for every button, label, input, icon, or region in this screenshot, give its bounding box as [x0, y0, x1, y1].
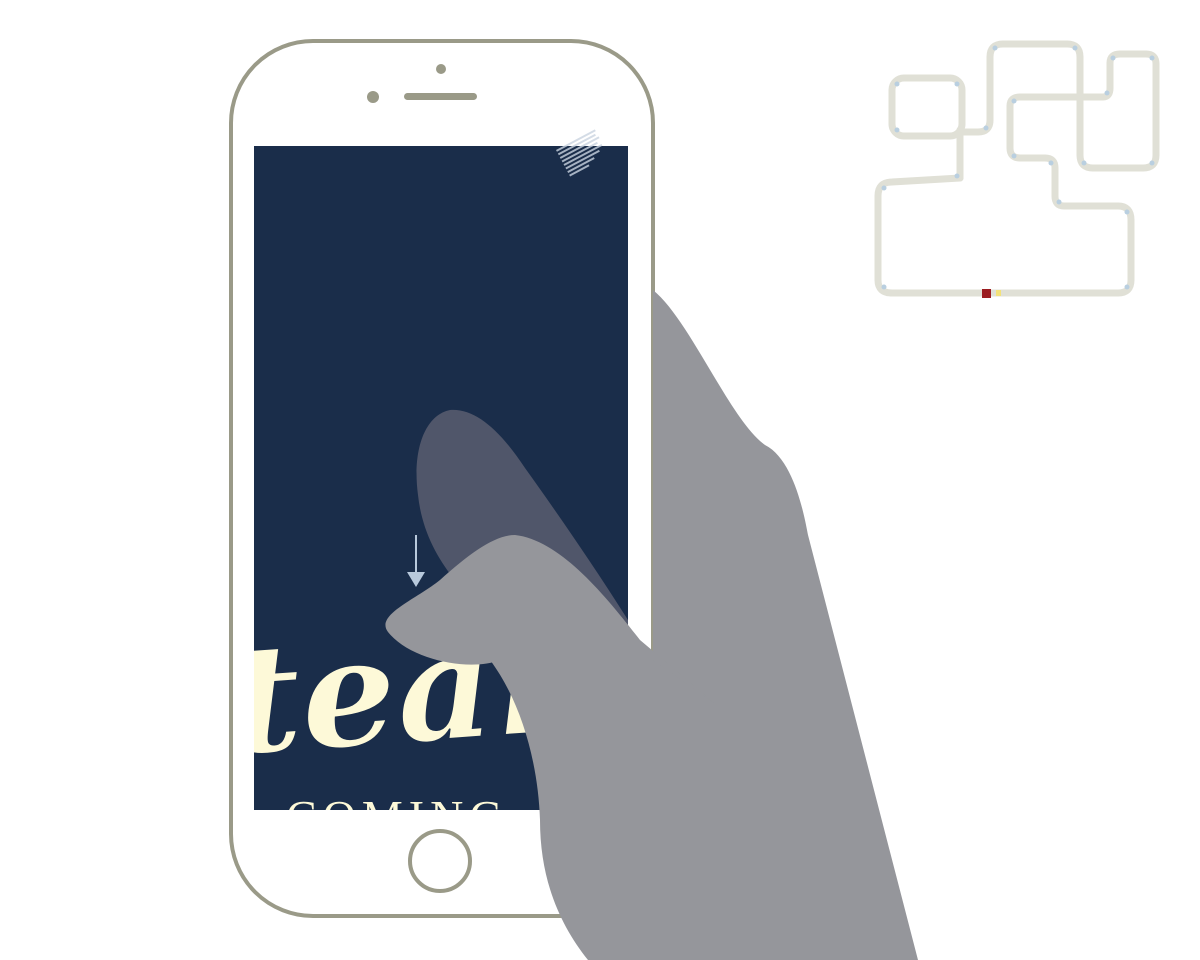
home-button[interactable] — [408, 829, 472, 893]
proximity-sensor-icon — [367, 91, 379, 103]
front-camera-icon — [436, 64, 446, 74]
illustration-canvas: team COMING — [229, 39, 1160, 960]
yellow-train-marker — [996, 290, 1001, 296]
track-layout-icon — [874, 40, 1160, 297]
red-train-marker — [982, 289, 991, 298]
earpiece-speaker — [404, 93, 477, 100]
